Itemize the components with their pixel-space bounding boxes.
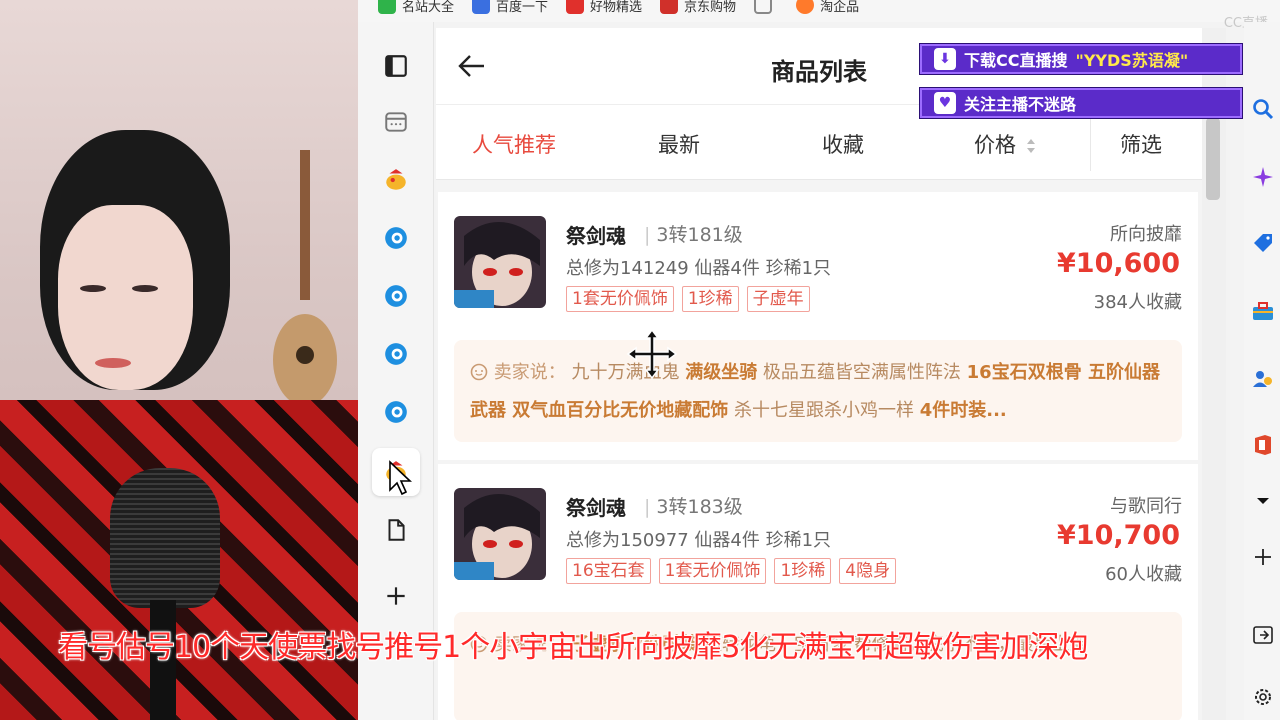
tools-briefcase-icon[interactable] (1250, 298, 1276, 324)
product-list-app: 商品列表 人气推荐 最新 收藏 价格 筛选 祭剑魂 3转181级 总修为1412… (436, 28, 1202, 720)
tab-edge-icon[interactable] (372, 388, 420, 436)
bookmark-icon (566, 0, 585, 14)
tab-edge-icon[interactable] (372, 214, 420, 262)
tab-game-icon[interactable] (372, 156, 420, 204)
item-price: ¥10,700 (1057, 520, 1180, 551)
seller-text-bold: 4件时装... (919, 400, 1007, 421)
copilot-sparkle-icon[interactable] (1250, 164, 1276, 190)
stream-subtitle: 看号估号10个天使票找号推号1个小宇宙出所向披靡3化无满宝石超敏伤害加深炮 (58, 630, 1088, 665)
item-name: 祭剑魂 (566, 224, 626, 248)
settings-gear-icon[interactable] (1250, 684, 1276, 710)
character-avatar (454, 488, 546, 580)
tab-divider (1090, 115, 1091, 171)
microphone (110, 468, 220, 608)
item-price: ¥10,600 (1057, 248, 1180, 279)
item-tag: 子虚年 (746, 286, 810, 312)
character-avatar (454, 216, 546, 308)
tab-price[interactable]: 价格 (974, 129, 1036, 159)
item-stats: 总修为150977 仙器4件 珍稀1只 (566, 530, 832, 551)
bookmark-0[interactable]: 名站大全 (378, 0, 454, 16)
tab-edge-icon[interactable] (372, 330, 420, 378)
seller-label: 卖家说： (470, 362, 571, 383)
favorite-count: 384人收藏 (1093, 292, 1182, 313)
product-card[interactable]: 祭剑魂 3转183级 总修为150977 仙器4件 珍稀1只 16宝石套 1套无… (438, 464, 1198, 720)
left-eye (80, 285, 106, 292)
tab-document-icon[interactable] (372, 506, 420, 554)
add-plus-icon[interactable] (1250, 544, 1276, 570)
right-eye (132, 285, 158, 292)
item-tag: 1套无价佩饰 (658, 558, 767, 584)
bookmark-icon (796, 0, 815, 14)
bookmark-4[interactable] (754, 0, 778, 16)
download-icon: ⬇ (934, 48, 956, 70)
bookmark-5[interactable]: 淘企品 (796, 0, 859, 16)
item-stats: 总修为141249 仙器4件 珍稀1只 (566, 258, 832, 279)
tab-edge-icon[interactable] (372, 272, 420, 320)
favorite-count: 60人收藏 (1105, 564, 1182, 585)
games-icon[interactable] (1250, 366, 1276, 392)
vertical-tab-sidebar (358, 22, 434, 720)
tab-popular[interactable]: 人气推荐 (472, 129, 556, 159)
item-tag: 1套无价佩饰 (566, 286, 674, 312)
page-scrollbar[interactable] (1202, 28, 1226, 720)
move-cursor-icon (626, 328, 678, 380)
browser-right-rail (1244, 22, 1280, 720)
tab-price-label: 价格 (974, 133, 1016, 157)
follow-streamer-banner: ♥ 关注主播不迷路 (920, 88, 1242, 118)
tab-favorites[interactable]: 收藏 (822, 129, 864, 159)
bookmark-2[interactable]: 好物精选 (566, 0, 642, 16)
office-icon[interactable] (1250, 432, 1276, 458)
bookmarks-bar: 名站大全 百度一下 好物精选 京东购物 淘企品 (358, 0, 1280, 22)
item-tag: 1珍稀 (774, 558, 832, 584)
bookmark-3[interactable]: 京东购物 (660, 0, 736, 16)
heart-icon: ♥ (934, 92, 956, 114)
bookmark-1[interactable]: 百度一下 (472, 0, 548, 16)
guitar-decor (273, 150, 337, 406)
item-level: 3转183级 (644, 492, 742, 519)
lips (95, 358, 131, 368)
product-card[interactable]: 祭剑魂 3转181级 总修为141249 仙器4件 珍稀1只 1套无价佩饰 1珍… (438, 192, 1198, 460)
chevron-down-icon[interactable] (1250, 488, 1276, 514)
tab-panel-toggle-icon[interactable] (372, 42, 420, 90)
seller-text-bold: 满级坐骑 (685, 362, 758, 383)
bookmark-icon (378, 0, 396, 14)
item-tag: 16宝石套 (566, 558, 651, 584)
bookmark-icon (660, 0, 679, 14)
seller-text: 极品五蕴皆空满属性阵法 (757, 362, 967, 383)
bookmark-icon (472, 0, 491, 14)
sort-arrows-icon (1026, 139, 1035, 153)
chat-bubble-icon (470, 363, 488, 381)
server-name: 与歌同行 (1110, 496, 1182, 517)
tab-filter[interactable]: 筛选 (1120, 129, 1162, 159)
item-level: 3转181级 (644, 220, 742, 247)
item-tag: 1珍稀 (681, 286, 739, 312)
streamer-webcam (0, 0, 358, 720)
file-icon (754, 0, 773, 14)
download-cc-banner: ⬇ 下载CC直播搜 "YYDS苏语凝" (920, 44, 1242, 74)
tab-window-icon[interactable] (372, 98, 420, 146)
seller-note: 卖家说： 九十万满血鬼 满级坐骑 极品五蕴皆空满属性阵法 16宝石双根骨 五阶仙… (454, 340, 1182, 442)
item-tags: 16宝石套 1套无价佩饰 1珍稀 4隐身 (566, 558, 897, 584)
item-tags: 1套无价佩饰 1珍稀 子虚年 (566, 286, 810, 312)
mouse-arrow-cursor-icon (389, 460, 413, 496)
item-tag: 4隐身 (839, 558, 897, 584)
new-tab-plus-icon[interactable] (372, 572, 420, 620)
scrollbar-thumb[interactable] (1206, 118, 1220, 200)
item-name: 祭剑魂 (566, 496, 626, 520)
tab-newest[interactable]: 最新 (658, 129, 700, 159)
seller-text: 杀十七星跟杀小鸡一样 (728, 400, 920, 421)
shopping-tag-icon[interactable] (1250, 230, 1276, 256)
search-icon[interactable] (1250, 96, 1276, 122)
server-name: 所向披靡 (1110, 224, 1182, 245)
